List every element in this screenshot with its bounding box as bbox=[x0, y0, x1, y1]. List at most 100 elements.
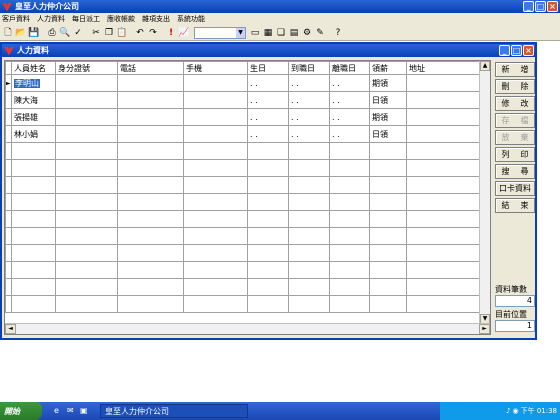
volume-icon[interactable]: ♪ bbox=[506, 407, 510, 415]
empty-cell[interactable] bbox=[117, 142, 184, 160]
cell-hire-date[interactable]: . . bbox=[288, 74, 330, 92]
cell-birthday[interactable]: . . bbox=[247, 91, 289, 109]
empty-cell[interactable] bbox=[329, 244, 370, 262]
empty-cell[interactable] bbox=[247, 227, 289, 245]
chevron-down-icon[interactable]: ▼ bbox=[236, 27, 245, 38]
edit-button[interactable]: 修改 bbox=[495, 96, 535, 111]
ie-icon[interactable]: e bbox=[54, 406, 64, 416]
col-birthday[interactable]: 生日 bbox=[247, 61, 289, 75]
redo-icon[interactable]: ↷ bbox=[147, 27, 159, 39]
empty-cell[interactable] bbox=[329, 227, 370, 245]
preview-icon[interactable]: 🔍 bbox=[59, 27, 71, 39]
cell-leave-date[interactable]: . . bbox=[329, 74, 370, 92]
empty-cell[interactable] bbox=[11, 227, 56, 245]
empty-cell[interactable] bbox=[369, 295, 407, 313]
cell-address[interactable] bbox=[406, 125, 482, 143]
empty-cell[interactable] bbox=[247, 159, 289, 177]
copy-icon[interactable]: ❐ bbox=[103, 27, 115, 39]
new-icon[interactable]: 🗋 bbox=[2, 27, 14, 39]
empty-cell[interactable] bbox=[406, 159, 482, 177]
empty-cell[interactable] bbox=[117, 176, 184, 194]
cell-mobile[interactable] bbox=[183, 91, 248, 109]
empty-cell[interactable] bbox=[117, 159, 184, 177]
add-button[interactable]: 新增 bbox=[495, 62, 535, 77]
empty-cell[interactable] bbox=[183, 244, 248, 262]
cell-leave-date[interactable]: . . bbox=[329, 125, 370, 143]
empty-cell[interactable] bbox=[55, 261, 118, 279]
empty-cell[interactable] bbox=[288, 142, 330, 160]
table-row[interactable] bbox=[5, 176, 482, 194]
empty-cell[interactable] bbox=[11, 261, 56, 279]
empty-cell[interactable] bbox=[329, 176, 370, 194]
delete-button[interactable]: 刪除 bbox=[495, 79, 535, 94]
cell-address[interactable] bbox=[406, 108, 482, 126]
paste-icon[interactable]: 📋 bbox=[116, 27, 128, 39]
empty-cell[interactable] bbox=[55, 295, 118, 313]
empty-cell[interactable] bbox=[11, 176, 56, 194]
tools-icon[interactable]: ⚙ bbox=[301, 27, 313, 39]
empty-cell[interactable] bbox=[55, 227, 118, 245]
alert-icon[interactable]: ! bbox=[165, 27, 177, 39]
arrange-icon[interactable]: ▤ bbox=[288, 27, 300, 39]
empty-cell[interactable] bbox=[369, 227, 407, 245]
empty-cell[interactable] bbox=[369, 261, 407, 279]
print-button[interactable]: 列印 bbox=[495, 147, 535, 162]
cell-id[interactable] bbox=[55, 74, 118, 92]
outlook-icon[interactable]: ✉ bbox=[67, 406, 77, 416]
table-row[interactable]: 陳大海 . . . . . . 日領 bbox=[5, 91, 482, 109]
save-icon[interactable]: 💾 bbox=[28, 27, 40, 39]
close-button[interactable]: × bbox=[547, 1, 558, 12]
col-mobile[interactable]: 手機 bbox=[183, 61, 248, 75]
horizontal-scrollbar[interactable]: ◄ ► bbox=[5, 323, 490, 334]
empty-cell[interactable] bbox=[369, 210, 407, 228]
maximize-button[interactable]: □ bbox=[535, 1, 546, 12]
cell-birthday[interactable]: . . bbox=[247, 108, 289, 126]
cell-birthday[interactable]: . . bbox=[247, 74, 289, 92]
cell-name[interactable]: 陳大海 bbox=[11, 91, 56, 109]
empty-cell[interactable] bbox=[11, 295, 56, 313]
empty-cell[interactable] bbox=[247, 210, 289, 228]
cell-phone[interactable] bbox=[117, 108, 184, 126]
cell-leave-date[interactable]: . . bbox=[329, 91, 370, 109]
empty-cell[interactable] bbox=[329, 295, 370, 313]
menu-customers[interactable]: 客戶資料 bbox=[2, 14, 30, 24]
empty-cell[interactable] bbox=[329, 278, 370, 296]
card-data-button[interactable]: 口卡資料 bbox=[495, 181, 535, 196]
empty-cell[interactable] bbox=[117, 244, 184, 262]
empty-cell[interactable] bbox=[55, 244, 118, 262]
network-icon[interactable]: ◉ bbox=[512, 407, 518, 415]
empty-cell[interactable] bbox=[288, 176, 330, 194]
start-button[interactable]: 開始 bbox=[0, 402, 42, 420]
empty-cell[interactable] bbox=[406, 278, 482, 296]
edit-icon[interactable]: ✎ bbox=[314, 27, 326, 39]
empty-cell[interactable] bbox=[247, 278, 289, 296]
empty-cell[interactable] bbox=[183, 295, 248, 313]
empty-cell[interactable] bbox=[369, 278, 407, 296]
empty-cell[interactable] bbox=[369, 159, 407, 177]
cell-name[interactable]: 張揚雄 bbox=[11, 108, 56, 126]
cell-phone[interactable] bbox=[117, 125, 184, 143]
col-id[interactable]: 身分證號 bbox=[55, 61, 118, 75]
cell-name[interactable]: 李明山 bbox=[11, 74, 56, 92]
empty-cell[interactable] bbox=[369, 176, 407, 194]
minimize-button[interactable]: _ bbox=[523, 1, 534, 12]
cell-pay[interactable]: 日領 bbox=[369, 91, 407, 109]
empty-cell[interactable] bbox=[369, 244, 407, 262]
empty-cell[interactable] bbox=[117, 278, 184, 296]
empty-cell[interactable] bbox=[183, 176, 248, 194]
empty-cell[interactable] bbox=[183, 142, 248, 160]
empty-cell[interactable] bbox=[406, 210, 482, 228]
empty-cell[interactable] bbox=[406, 261, 482, 279]
empty-cell[interactable] bbox=[329, 193, 370, 211]
empty-cell[interactable] bbox=[247, 295, 289, 313]
empty-cell[interactable] bbox=[183, 278, 248, 296]
scroll-right-icon[interactable]: ► bbox=[479, 324, 490, 334]
empty-cell[interactable] bbox=[288, 261, 330, 279]
col-name[interactable]: 人員姓名 bbox=[11, 61, 56, 75]
cell-pay[interactable]: 期領 bbox=[369, 74, 407, 92]
open-icon[interactable]: 📂 bbox=[15, 27, 27, 39]
empty-cell[interactable] bbox=[247, 176, 289, 194]
undo-icon[interactable]: ↶ bbox=[134, 27, 146, 39]
cell-mobile[interactable] bbox=[183, 74, 248, 92]
cell-id[interactable] bbox=[55, 108, 118, 126]
